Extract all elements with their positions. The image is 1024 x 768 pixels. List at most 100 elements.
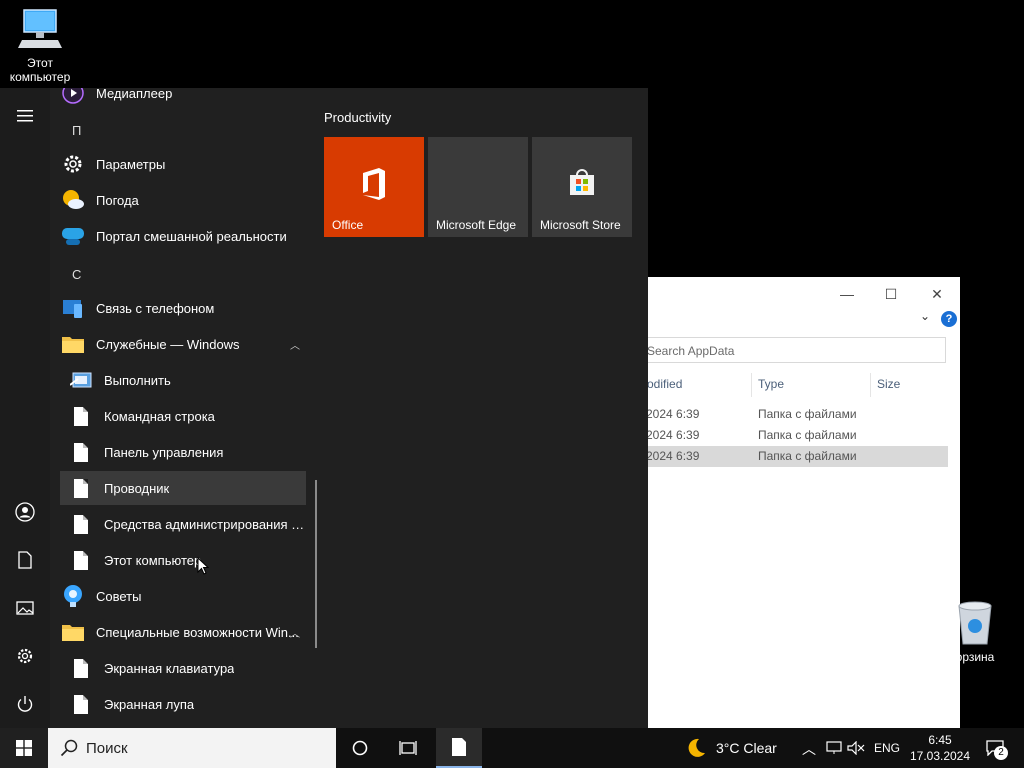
list-item-explorer[interactable]: Проводник <box>60 471 306 505</box>
office-icon <box>363 168 385 200</box>
pictures-button[interactable] <box>0 588 50 628</box>
chevron-up-icon[interactable]: ︿ <box>802 739 816 759</box>
clock-time: 6:45 <box>928 733 952 747</box>
column-header-size[interactable]: Size <box>877 377 900 391</box>
list-item-weather[interactable]: Погода <box>60 183 306 217</box>
document-icon <box>68 655 94 681</box>
taskbar: Поиск 3°C Clear ︿ ENG 6:45 17.03.2024 2 <box>0 728 1024 768</box>
run-icon <box>68 367 94 393</box>
app-list[interactable]: Медиаплеер П Параметры Погода Портал сме… <box>50 88 320 728</box>
taskbar-app-explorer[interactable] <box>436 728 482 768</box>
phone-link-icon <box>60 295 86 321</box>
document-icon <box>68 511 94 537</box>
list-item-mediaplayer[interactable]: Медиаплеер <box>60 88 306 110</box>
documents-button[interactable] <box>0 540 50 580</box>
list-item-osk[interactable]: Экранная клавиатура <box>68 651 314 685</box>
minimize-button[interactable]: — <box>832 283 862 305</box>
list-item-tips[interactable]: Советы <box>60 579 306 613</box>
user-icon <box>15 502 35 522</box>
chevron-up-icon[interactable]: ︿ <box>290 337 300 352</box>
row-date: 2024 6:39 <box>646 428 700 442</box>
media-player-icon <box>60 88 86 106</box>
gear-icon <box>17 648 33 664</box>
list-item-run[interactable]: Выполнить <box>68 363 314 397</box>
account-button[interactable] <box>0 492 50 532</box>
weather-text[interactable]: 3°C Clear <box>716 740 777 756</box>
list-item-mixed-reality[interactable]: Портал смешанной реальности <box>60 219 306 253</box>
tile-office[interactable]: Office <box>324 137 424 237</box>
column-separator[interactable] <box>751 373 752 397</box>
hamburger-menu-button[interactable] <box>0 96 50 136</box>
search-input[interactable]: Search AppData <box>640 337 946 363</box>
start-button[interactable] <box>0 728 48 768</box>
list-item-accessibility[interactable]: Специальные возможности Win... ︿ <box>60 615 306 649</box>
column-header-type[interactable]: Type <box>758 377 784 391</box>
list-item-control-panel[interactable]: Панель управления <box>68 435 314 469</box>
table-row[interactable]: 2024 6:39 Папка с файлами <box>640 404 948 425</box>
maximize-button[interactable]: ☐ <box>876 283 906 305</box>
list-item-phone-link[interactable]: Связь с телефоном <box>60 291 306 325</box>
hamburger-icon <box>17 110 33 122</box>
notifications-button[interactable]: 2 <box>978 728 1012 768</box>
pictures-icon <box>16 601 34 615</box>
language-indicator[interactable]: ENG <box>874 741 900 755</box>
clock[interactable]: 6:45 17.03.2024 <box>908 732 972 764</box>
volume-muted-icon[interactable] <box>846 728 866 768</box>
tile-store[interactable]: Microsoft Store <box>532 137 632 237</box>
moon-icon <box>688 738 705 757</box>
power-icon <box>17 696 33 712</box>
ribbon-expand-icon[interactable]: ⌄ <box>920 309 930 323</box>
row-type: Папка с файлами <box>758 449 857 463</box>
row-date: 2024 6:39 <box>646 449 700 463</box>
row-type: Папка с файлами <box>758 428 857 442</box>
gear-icon <box>60 151 86 177</box>
list-item-this-pc[interactable]: Этот компьютер <box>68 543 314 577</box>
list-item-magnifier[interactable]: Экранная лупа <box>68 687 314 721</box>
power-button[interactable] <box>0 684 50 724</box>
desktop-icon-recycle-bin[interactable]: орзина <box>935 600 1015 664</box>
document-icon <box>68 439 94 465</box>
mixed-reality-icon <box>60 223 86 249</box>
document-icon <box>68 547 94 573</box>
help-icon[interactable]: ? <box>941 311 957 327</box>
search-placeholder: Поиск <box>86 739 128 757</box>
list-item-admin-tools[interactable]: Средства администрирования Win... <box>68 507 314 541</box>
start-menu: Медиаплеер П Параметры Погода Портал сме… <box>0 88 648 728</box>
file-explorer-window[interactable]: — ☐ ✕ ⌄ ? Search AppData odified Type Si… <box>640 277 960 728</box>
tile-label: Microsoft Edge <box>436 218 517 232</box>
desktop-icon-label: орзина <box>955 650 995 664</box>
letter-header-s[interactable]: С <box>72 267 81 282</box>
tile-group-title[interactable]: Productivity <box>324 110 391 125</box>
list-item-windows-tools[interactable]: Служебные — Windows ︿ <box>60 327 306 361</box>
column-separator[interactable] <box>870 373 871 397</box>
column-header-modified[interactable]: odified <box>647 377 682 391</box>
document-icon <box>18 551 32 569</box>
app-list-scrollbar[interactable] <box>315 480 317 648</box>
desktop-icon-label: Этот компьютер <box>9 56 71 84</box>
close-button[interactable]: ✕ <box>922 283 952 305</box>
store-icon <box>570 169 594 195</box>
tile-label: Microsoft Store <box>540 218 621 232</box>
letter-header-p[interactable]: П <box>72 123 81 138</box>
weather-widget[interactable] <box>684 728 708 768</box>
folder-icon <box>60 619 86 645</box>
clock-date: 17.03.2024 <box>909 749 971 763</box>
desktop-icon-this-pc[interactable]: Этот компьютер <box>0 8 80 84</box>
cortana-button[interactable] <box>340 728 380 768</box>
cortana-circle-icon <box>352 740 368 756</box>
list-item-cmd[interactable]: Командная строка <box>68 399 314 433</box>
notification-badge: 2 <box>994 746 1008 760</box>
table-row-selected[interactable]: 2024 6:39 Папка с файлами <box>640 446 948 467</box>
computer-icon <box>18 9 62 48</box>
row-date: 2024 6:39 <box>646 407 700 421</box>
list-item-settings[interactable]: Параметры <box>60 147 306 181</box>
task-view-button[interactable] <box>388 728 428 768</box>
network-icon[interactable] <box>824 728 844 768</box>
start-rail <box>0 88 50 728</box>
taskbar-search-box[interactable]: Поиск <box>48 728 336 768</box>
chevron-up-icon[interactable]: ︿ <box>290 625 300 640</box>
settings-button[interactable] <box>0 636 50 676</box>
lightbulb-icon <box>60 583 86 609</box>
tile-edge[interactable]: Microsoft Edge <box>428 137 528 237</box>
table-row[interactable]: 2024 6:39 Папка с файлами <box>640 425 948 446</box>
